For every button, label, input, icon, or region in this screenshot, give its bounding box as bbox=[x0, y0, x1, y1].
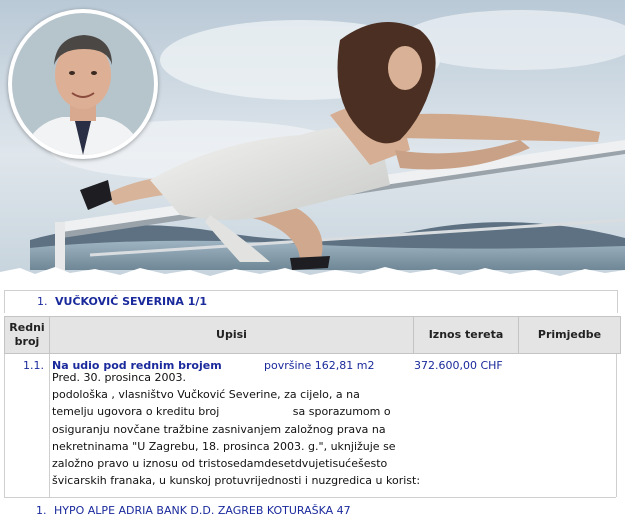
entry-number: 1.1. bbox=[23, 359, 44, 372]
entry-line: nekretninama "U Zagrebu, 18. prosinca 20… bbox=[52, 439, 396, 453]
creditor-name: HYPO ALPE ADRIA BANK D.D. ZAGREB KOTURAŠ… bbox=[54, 504, 351, 517]
column-divider bbox=[49, 354, 50, 497]
entry-line: založno pravo u iznosu od tristosedamdes… bbox=[52, 457, 388, 471]
photo-banner bbox=[0, 0, 625, 282]
torn-paper-edge bbox=[0, 267, 625, 282]
land-registry-extract: 1. VUČKOVIĆ SEVERINA 1/1 Redni broj Upis… bbox=[0, 282, 625, 520]
creditor-number: 1. bbox=[36, 504, 47, 517]
entry-line: osiguranju novčane tražbine zasnivanjem … bbox=[52, 422, 386, 436]
creditor-row: 1. HYPO ALPE ADRIA BANK D.D. ZAGREB KOTU… bbox=[4, 497, 616, 520]
entry-line: švicarskih franaka, u kunskoj protuvrije… bbox=[52, 474, 421, 488]
header-redni-broj: Redni broj bbox=[4, 316, 50, 354]
entry-line: Pred. 30. prosinca 2003. bbox=[52, 371, 186, 384]
owner-number: 1. bbox=[37, 295, 48, 308]
column-divider bbox=[4, 354, 5, 497]
table-header: Redni broj Upisi Iznos tereta Primjedbe bbox=[4, 316, 621, 354]
header-primjedbe: Primjedbe bbox=[518, 316, 621, 354]
entry-line: podološka , vlasništvo Vučković Severine… bbox=[52, 388, 360, 402]
entry-text: Pred. 30. prosinca 2003. podološka , vla… bbox=[52, 371, 422, 489]
man-portrait-photo bbox=[12, 13, 154, 155]
header-iznos-tereta: Iznos tereta bbox=[413, 316, 519, 354]
portrait-inset bbox=[8, 9, 158, 159]
owner-name: VUČKOVIĆ SEVERINA 1/1 bbox=[55, 295, 208, 308]
column-divider bbox=[616, 354, 617, 497]
owner-row: 1. VUČKOVIĆ SEVERINA 1/1 bbox=[4, 290, 618, 313]
entry-amount: 372.600,00 CHF bbox=[414, 359, 503, 372]
entry-line: temelju ugovora o kreditu broj sa sporaz… bbox=[52, 405, 391, 419]
header-upisi: Upisi bbox=[49, 316, 414, 354]
